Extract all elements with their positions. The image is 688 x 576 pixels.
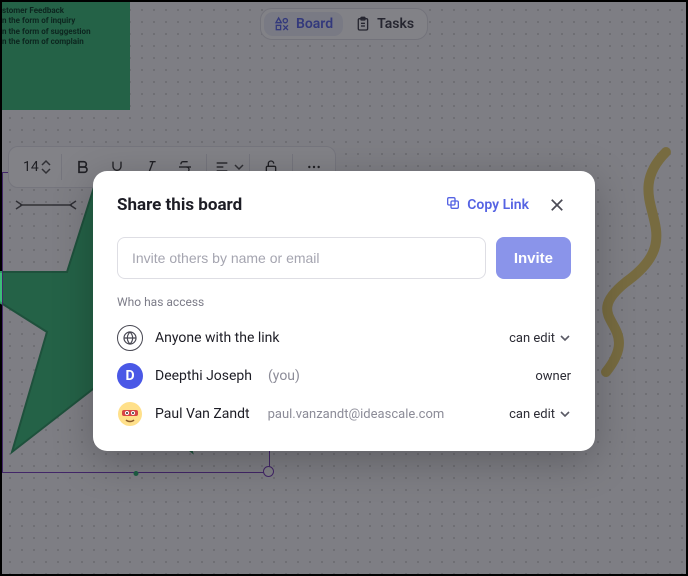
you-label: (you) bbox=[268, 368, 300, 384]
access-section-label: Who has access bbox=[117, 295, 571, 309]
avatar-emoji bbox=[117, 401, 143, 427]
role-label: owner bbox=[535, 369, 571, 384]
role-dropdown[interactable]: can edit bbox=[509, 407, 571, 422]
invite-button[interactable]: Invite bbox=[496, 237, 571, 279]
copy-link-button[interactable]: Copy Link bbox=[445, 195, 529, 215]
chevron-down-icon bbox=[559, 332, 571, 344]
access-row-user: D Deepthi Joseph (you) owner bbox=[117, 357, 571, 395]
invite-input[interactable] bbox=[117, 237, 486, 279]
copy-link-label: Copy Link bbox=[467, 197, 529, 213]
access-name: Deepthi Joseph bbox=[155, 368, 252, 384]
access-row-anyone: Anyone with the link can edit bbox=[117, 319, 571, 357]
chevron-down-icon bbox=[559, 408, 571, 420]
role-dropdown[interactable]: can edit bbox=[509, 331, 571, 346]
access-email: paul.vanzandt@ideascale.com bbox=[268, 407, 445, 422]
avatar-initial: D bbox=[117, 363, 143, 389]
close-button[interactable] bbox=[543, 191, 571, 219]
globe-icon bbox=[117, 325, 143, 351]
share-modal: Share this board Copy Link Invite Who ha… bbox=[93, 171, 595, 451]
modal-title: Share this board bbox=[117, 195, 445, 215]
access-name: Paul Van Zandt bbox=[155, 406, 250, 422]
access-name: Anyone with the link bbox=[155, 330, 280, 346]
copy-icon bbox=[445, 195, 461, 215]
access-row-user: Paul Van Zandt paul.vanzandt@ideascale.c… bbox=[117, 395, 571, 433]
